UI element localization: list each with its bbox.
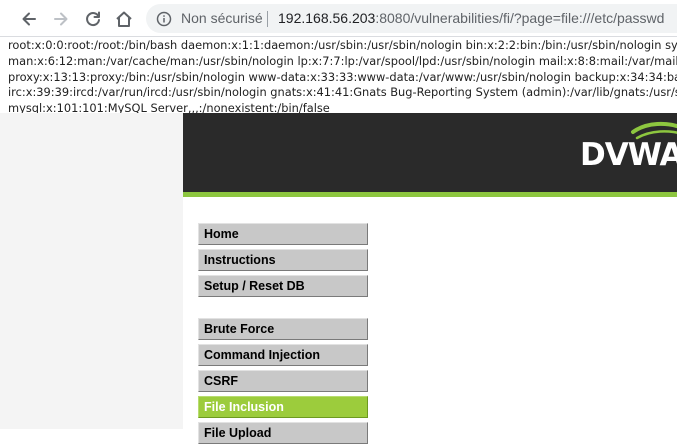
passwd-line: root:x:0:0:root:/root:/bin/bash daemon:x… (8, 38, 677, 52)
passwd-line: man:x:6:12:man:/var/cache/man:/usr/sbin/… (8, 53, 677, 68)
url-text[interactable]: 192.168.56.203:8080/vulnerabilities/fi/?… (278, 10, 664, 26)
info-icon[interactable] (156, 11, 172, 27)
menu-home[interactable]: Home (198, 223, 368, 245)
home-button[interactable] (112, 7, 136, 31)
passwd-line: proxy:x:13:13:proxy:/bin:/usr/sbin/nolog… (8, 69, 677, 84)
passwd-line: irc:x:39:39:ircd:/var/run/ircd:/usr/sbin… (8, 85, 677, 100)
page-left-margin (0, 113, 183, 429)
dvwa-logo[interactable]: DVWA (580, 137, 677, 173)
menu-file-upload[interactable]: File Upload (198, 422, 368, 444)
passwd-line: mysql:x:101:101:MySQL Server,,,:/nonexis… (8, 101, 330, 113)
menu-brute-force[interactable]: Brute Force (198, 318, 368, 340)
address-bar[interactable]: Non sécurisé 192.168.56.203:8080/vulnera… (146, 4, 677, 33)
reload-icon (86, 11, 100, 27)
passwd-output: root:x:0:0:root:/root:/bin/bash daemon:x… (8, 38, 677, 113)
back-button[interactable] (17, 7, 41, 31)
address-separator (267, 11, 268, 27)
menu-csrf[interactable]: CSRF (198, 370, 368, 392)
menu-setup-reset-db[interactable]: Setup / Reset DB (198, 275, 368, 297)
security-label[interactable]: Non sécurisé (181, 10, 263, 26)
forward-button[interactable] (49, 7, 73, 31)
menu-command-injection[interactable]: Command Injection (198, 344, 368, 366)
reload-button[interactable] (81, 7, 105, 31)
forward-arrow-icon (54, 12, 68, 26)
menu-instructions[interactable]: Instructions (198, 249, 368, 271)
browser-toolbar: Non sécurisé 192.168.56.203:8080/vulnera… (0, 0, 677, 37)
url-host: 192.168.56.203 (278, 10, 376, 26)
menu-file-inclusion[interactable]: File Inclusion (198, 396, 368, 418)
back-arrow-icon (22, 12, 36, 26)
home-icon (116, 11, 132, 27)
url-path: :8080/vulnerabilities/fi/?page=file:///e… (375, 10, 665, 26)
